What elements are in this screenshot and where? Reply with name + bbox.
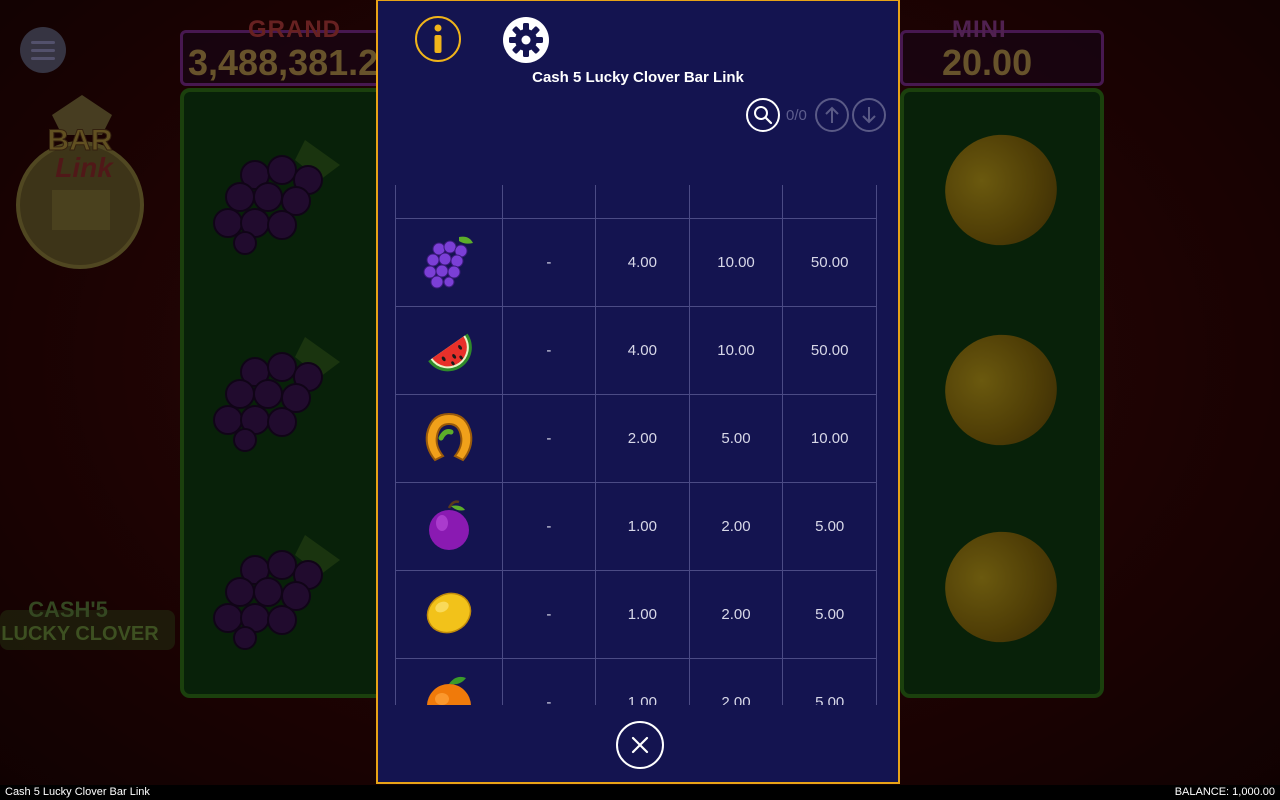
paytable-value-cell: - [501,658,597,705]
paytable-value-cell: 2.00 [688,482,784,571]
search-result-count: 0/0 [786,107,807,124]
paytable-value-cell: 5.00 [688,394,784,483]
paytable-scroll-area[interactable]: - 4.00 10.00 50.00 - 4.00 10.00 50.00 - … [395,185,877,705]
paytable: - 4.00 10.00 50.00 - 4.00 10.00 50.00 - … [395,185,877,705]
horseshoe-icon [425,412,473,461]
paytable-value-cell: 1.00 [595,482,690,571]
paytable-value-cell: 2.00 [688,570,784,659]
close-button[interactable] [616,721,664,769]
table-row: - 1.00 2.00 5.00 [395,570,877,659]
lemon-icon [426,592,472,633]
paytable-symbol-cell [395,306,503,395]
paytable-cell [395,185,503,219]
menu-icon-line [31,40,55,44]
menu-icon-line [31,56,55,60]
table-row: - 2.00 5.00 10.00 [395,394,877,483]
table-row: - 4.00 10.00 50.00 [395,218,877,307]
paytable-value-cell: 4.00 [595,306,690,395]
paytable-value-cell: 10.00 [688,218,784,307]
paytable-modal: Cash 5 Lucky Clover Bar Link 0/0 - 4.00 … [376,0,900,784]
paytable-value-cell: - [501,570,597,659]
game-name-label: Cash 5 Lucky Clover Bar Link [5,786,150,798]
paytable-value-cell: 50.00 [782,306,877,395]
paytable-cell [782,185,877,219]
paytable-value-cell: 5.00 [782,658,877,705]
paytable-cell [688,185,784,219]
menu-button[interactable] [20,27,66,73]
orange-icon [426,676,471,705]
search-icon [754,106,773,125]
modal-title: Cash 5 Lucky Clover Bar Link [532,69,744,86]
watermelon-icon [428,333,472,371]
paytable-symbol-cell [395,482,503,571]
paytable-symbol-cell [395,658,503,705]
paytable-cell [595,185,690,219]
table-row: - 4.00 10.00 50.00 [395,306,877,395]
search-next-button[interactable] [852,98,886,132]
paytable-value-cell: 2.00 [688,658,784,705]
paytable-symbol-cell [395,394,503,483]
paytable-value-cell: 10.00 [782,394,877,483]
paytable-value-cell: - [501,482,597,571]
paytable-value-cell: 1.00 [595,658,690,705]
grapes-icon [423,236,473,288]
paytable-value-cell: - [501,306,597,395]
settings-gear-icon[interactable] [502,16,550,64]
arrow-down-icon [862,107,876,124]
table-row-partial [395,185,877,219]
plum-icon [428,499,469,550]
paytable-value-cell: 1.00 [595,570,690,659]
search-prev-button[interactable] [815,98,849,132]
arrow-up-icon [825,106,839,123]
paytable-value-cell: 2.00 [595,394,690,483]
paytable-value-cell: - [501,394,597,483]
table-row: - 1.00 2.00 5.00 [395,658,877,705]
paytable-cell [501,185,597,219]
search-button[interactable] [746,98,780,132]
paytable-value-cell: 50.00 [782,218,877,307]
status-bar: Cash 5 Lucky Clover Bar Link BALANCE: 1,… [0,785,1280,800]
paytable-value-cell: 4.00 [595,218,690,307]
paytable-symbol-cell [395,218,503,307]
close-icon [631,736,649,754]
info-button[interactable] [415,16,461,62]
paytable-value-cell: 5.00 [782,482,877,571]
menu-icon-line [31,48,55,52]
paytable-value-cell: 10.00 [688,306,784,395]
info-icon [434,24,442,53]
paytable-value-cell: 5.00 [782,570,877,659]
paytable-symbol-cell [395,570,503,659]
table-row: - 1.00 2.00 5.00 [395,482,877,571]
paytable-value-cell: - [501,218,597,307]
balance-label: BALANCE: 1,000.00 [1174,786,1275,798]
